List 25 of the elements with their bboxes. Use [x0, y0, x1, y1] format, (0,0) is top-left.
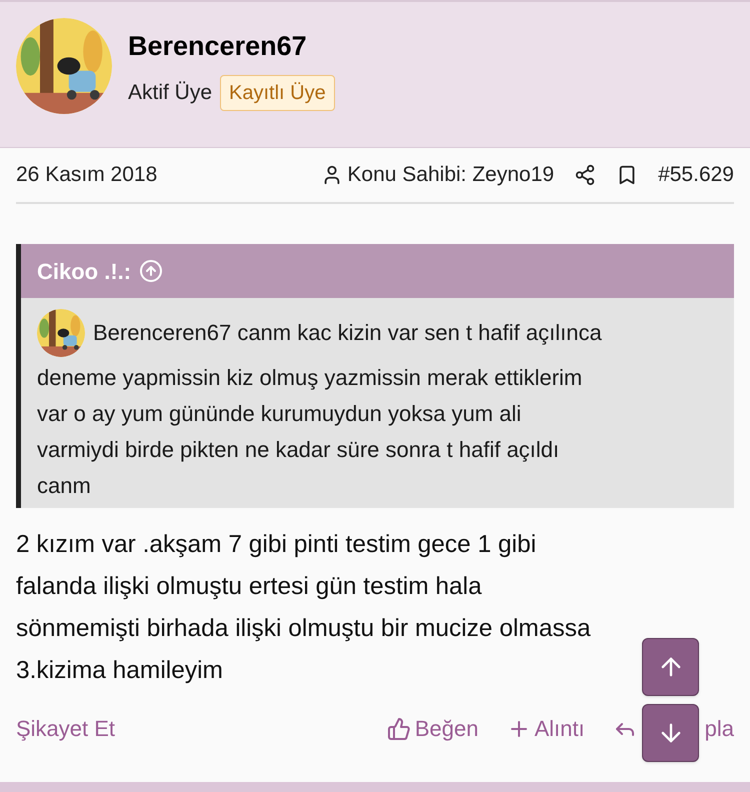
quote-author[interactable]: Cikoo .!.: — [37, 254, 132, 288]
username[interactable]: Berenceren67 — [128, 26, 335, 66]
quote-text: varmiydi birde pikten ne kadar süre sonra t hafif açıldı — [37, 436, 560, 464]
arrow-up-icon[interactable] — [139, 259, 164, 283]
thumbs-up-icon — [386, 716, 411, 740]
like-button[interactable]: Beğen — [386, 712, 478, 745]
quote-text: deneme yapmissin kiz olmuş yazmissin merak ettiklerim — [37, 364, 582, 392]
post-text: sönmemişti birhada ilişki olmuştu bir mucize olmassa — [16, 615, 591, 642]
scroll-up-button[interactable] — [642, 638, 699, 696]
post-text: 2 kızım var .akşam 7 gibi pinti testim gece 1 gibi — [16, 531, 536, 558]
quote-button[interactable]: Alıntı — [506, 712, 585, 745]
thread-owner: Konu Sahibi: Zeyno19 — [347, 162, 554, 188]
report-link[interactable]: Şikayet Et — [16, 712, 116, 745]
share-icon[interactable] — [574, 164, 596, 186]
post-date[interactable]: 26 Kasım 2018 — [16, 159, 158, 191]
quote-text: canm — [37, 472, 91, 500]
post-text: 3.kizima hamileyim — [16, 657, 223, 684]
scroll-down-button[interactable] — [642, 704, 699, 762]
quote-text: var o ay yum gününde kurumuydun yoksa yum ali — [37, 400, 522, 428]
quote-text: Berenceren67 canm kac kizin var sen t hafif açılınca — [93, 319, 602, 347]
post-text: falanda ilişki olmuştu ertesi gün testim hala — [16, 573, 482, 600]
reply-button[interactable]: pla — [704, 712, 734, 745]
user-badge: Kayıtlı Üye — [220, 74, 335, 110]
post-number[interactable]: #55.629 — [658, 159, 734, 191]
user-title: Aktif Üye — [128, 80, 212, 106]
